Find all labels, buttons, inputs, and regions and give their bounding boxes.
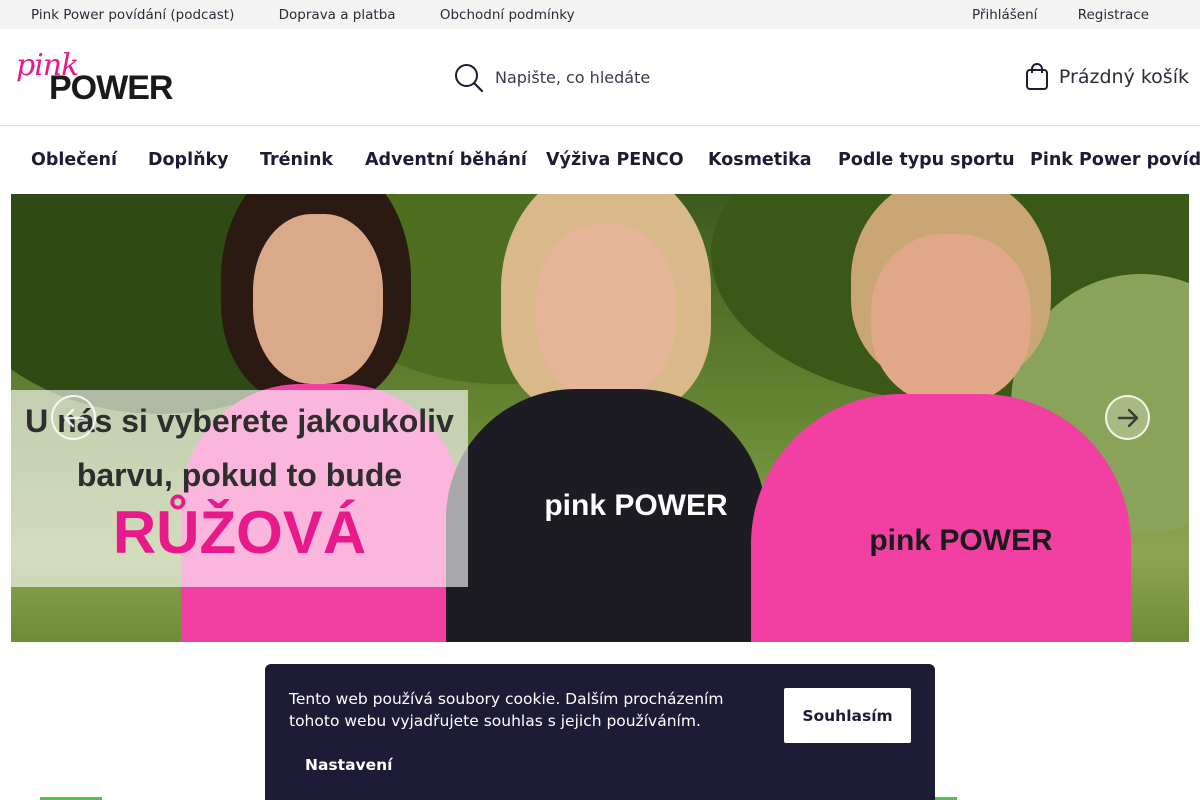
search-box xyxy=(454,61,854,93)
hero-line-2: barvu, pokud to bude xyxy=(76,457,403,493)
slider-prev-button[interactable] xyxy=(51,395,96,440)
hero-banner[interactable]: pink POWER pink POWER U nás si vyberete … xyxy=(11,194,1189,642)
shirt-logo-right: pink POWER xyxy=(869,524,1053,557)
search-input[interactable] xyxy=(495,61,835,93)
nav-item-sport-type[interactable]: Podle typu sportu xyxy=(838,127,1015,194)
arrow-right-icon xyxy=(1117,408,1139,428)
logo[interactable]: pink POWER xyxy=(16,48,173,107)
person-right: pink POWER xyxy=(731,194,1131,642)
cookie-settings-button[interactable]: Nastavení xyxy=(305,756,393,774)
nav-item-cosmetics[interactable]: Kosmetika xyxy=(708,127,812,194)
top-links: Pink Power povídání (podcast) Doprava a … xyxy=(31,0,601,29)
cart-label: Prázdný košík xyxy=(1058,66,1189,88)
nav-item-nutrition[interactable]: Výživa PENCO xyxy=(546,127,684,194)
top-link-shipping[interactable]: Doprava a platba xyxy=(279,0,396,29)
person-center: pink POWER xyxy=(441,194,771,642)
nav-item-accessories[interactable]: Doplňky xyxy=(148,127,229,194)
login-link[interactable]: Přihlášení xyxy=(972,0,1037,30)
top-link-podcast[interactable]: Pink Power povídání (podcast) xyxy=(31,0,234,29)
top-bar: Pink Power povídání (podcast) Doprava a … xyxy=(0,0,1200,29)
hero-line-3: RŮŽOVÁ xyxy=(112,499,367,566)
top-link-terms[interactable]: Obchodní podmínky xyxy=(440,0,575,29)
nav-item-training[interactable]: Trénink xyxy=(260,127,333,194)
nav-item-advent-running[interactable]: Adventní běhání xyxy=(365,127,527,194)
cookie-accept-button[interactable]: Souhlasím xyxy=(784,688,911,743)
slider-next-button[interactable] xyxy=(1105,395,1150,440)
register-link[interactable]: Registrace xyxy=(1078,0,1149,30)
nav-item-talks[interactable]: Pink Power povídá xyxy=(1030,127,1200,194)
logo-word: POWER xyxy=(49,69,173,107)
auth-links: Přihlášení Registrace xyxy=(936,0,1149,29)
shopping-bag-icon xyxy=(1025,63,1048,90)
site-header: pink POWER Prázdný košík xyxy=(0,29,1200,126)
cookie-message: Tento web používá soubory cookie. Dalším… xyxy=(289,690,724,730)
search-icon[interactable] xyxy=(454,63,484,93)
arrow-left-icon xyxy=(63,408,85,428)
cookie-banner: Tento web používá soubory cookie. Dalším… xyxy=(265,664,935,800)
cart-button[interactable]: Prázdný košík xyxy=(1025,61,1189,93)
shirt-logo-center: pink POWER xyxy=(544,489,728,522)
main-nav: Oblečení Doplňky Trénink Adventní běhání… xyxy=(0,127,1200,194)
nav-item-clothing[interactable]: Oblečení xyxy=(31,127,117,194)
